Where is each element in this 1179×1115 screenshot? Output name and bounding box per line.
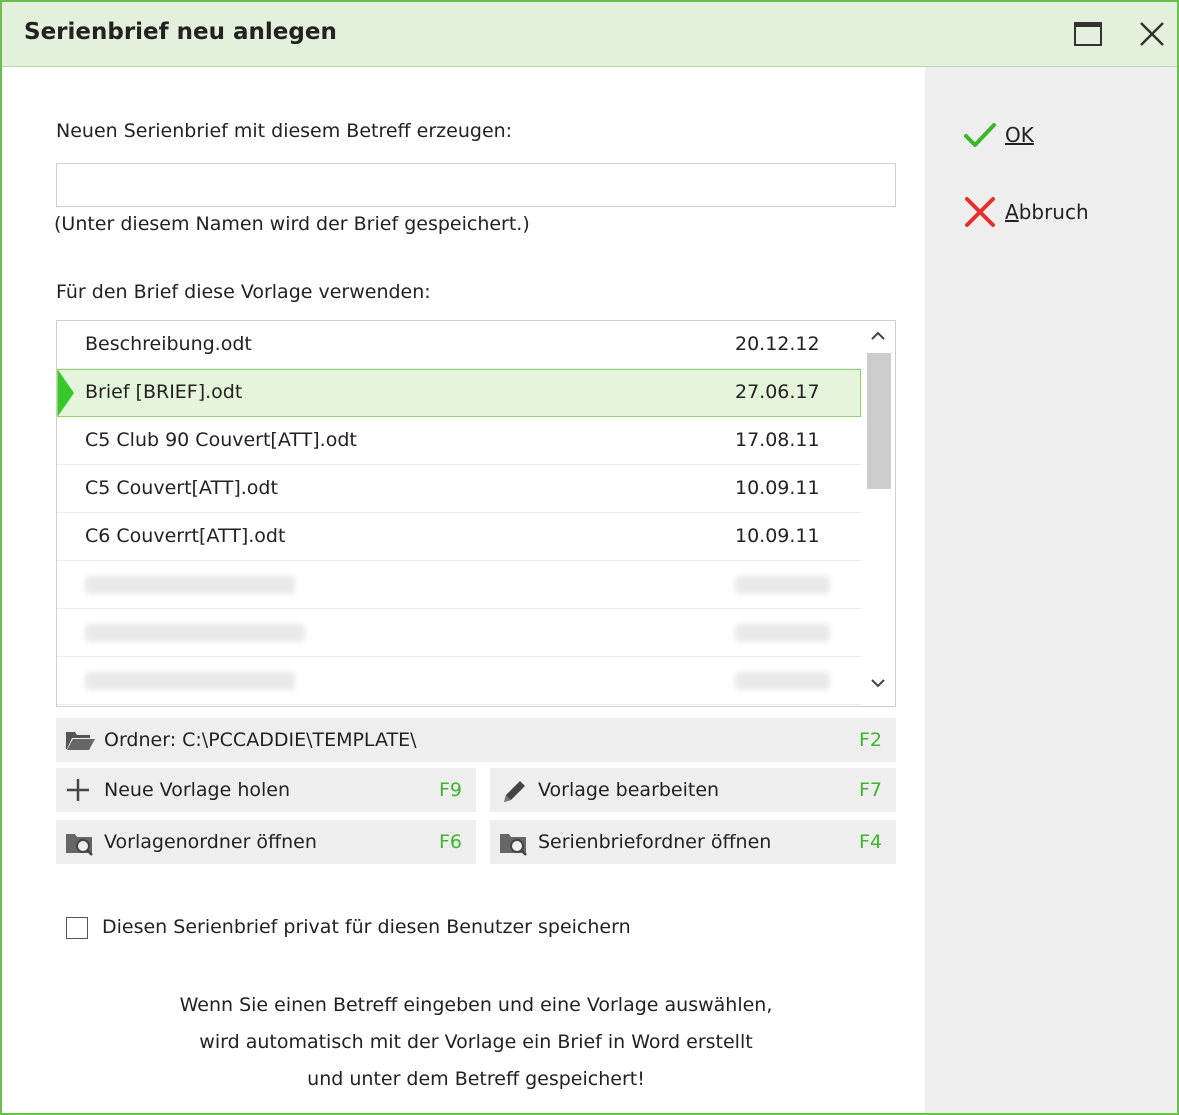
ok-button[interactable]: OK — [963, 118, 1034, 152]
chevron-up-icon[interactable] — [869, 329, 887, 343]
folder-icon — [66, 732, 95, 750]
edit-template-button[interactable]: Vorlage bearbeiten F7 — [490, 768, 896, 812]
list-item-redacted[interactable] — [57, 561, 861, 609]
folder-search-icon — [66, 834, 93, 856]
template-name: Beschreibung.odt — [85, 333, 252, 355]
open-letter-folder-button[interactable]: Serienbriefordner öffnen F4 — [490, 820, 896, 864]
redacted-date — [735, 576, 830, 594]
subject-label: Neuen Serienbrief mit diesem Betreff erz… — [56, 120, 513, 142]
subject-hint: (Unter diesem Namen wird der Brief gespe… — [54, 213, 530, 235]
cancel-icon — [965, 197, 995, 227]
open-template-folder-label: Vorlagenordner öffnen — [104, 831, 317, 853]
private-checkbox[interactable] — [66, 917, 88, 939]
plus-icon — [67, 779, 89, 801]
edit-template-hotkey: F7 — [858, 779, 882, 801]
folder-path: Ordner: C:\PCCADDIE\TEMPLATE\ — [104, 729, 417, 751]
maximize-icon — [1074, 22, 1102, 46]
template-name: C5 Club 90 Couvert[ATT].odt — [85, 429, 357, 451]
info-line-1: Wenn Sie einen Betreff eingeben und eine… — [179, 994, 773, 1016]
template-date: 27.06.17 — [735, 381, 820, 403]
subject-input[interactable] — [56, 163, 896, 207]
new-template-button[interactable]: Neue Vorlage holen F9 — [56, 768, 476, 812]
private-checkbox-label[interactable]: Diesen Serienbrief privat für diesen Ben… — [102, 916, 631, 938]
maximize-button[interactable] — [1070, 16, 1106, 52]
redacted-name — [85, 576, 295, 594]
cancel-button[interactable]: Abbruch — [963, 195, 1089, 229]
info-line-2: wird automatisch mit der Vorlage ein Bri… — [199, 1031, 753, 1053]
window-title: Serienbrief neu anlegen — [24, 19, 337, 45]
template-name: Brief [BRIEF].odt — [85, 381, 243, 403]
template-date: 10.09.11 — [735, 477, 820, 499]
close-icon — [1140, 22, 1164, 46]
folder-button[interactable]: Ordner: C:\PCCADDIE\TEMPLATE\ F2 — [56, 718, 896, 762]
open-template-folder-hotkey: F6 — [438, 831, 462, 853]
list-item-redacted[interactable] — [57, 609, 861, 657]
open-letter-folder-hotkey: F4 — [858, 831, 882, 853]
title-bar: Serienbrief neu anlegen — [2, 2, 1177, 67]
check-icon — [964, 123, 996, 147]
open-template-folder-button[interactable]: Vorlagenordner öffnen F6 — [56, 820, 476, 864]
dialog-window: Serienbrief neu anlegen Neuen Serienbrie… — [0, 0, 1179, 1115]
list-item-selected[interactable]: Brief [BRIEF].odt 27.06.17 — [57, 369, 861, 417]
template-name: C6 Couverrt[ATT].odt — [85, 525, 286, 547]
open-letter-folder-label: Serienbriefordner öffnen — [538, 831, 772, 853]
selection-marker — [58, 370, 74, 416]
list-item[interactable]: C5 Club 90 Couvert[ATT].odt 17.08.11 — [57, 417, 861, 465]
side-panel: OK Abbruch — [925, 67, 1177, 1113]
folder-hotkey: F2 — [858, 729, 882, 751]
redacted-name — [85, 624, 305, 642]
scroll-thumb[interactable] — [867, 353, 891, 489]
pencil-icon — [504, 781, 525, 802]
edit-template-label: Vorlage bearbeiten — [538, 779, 720, 801]
chevron-down-icon[interactable] — [869, 676, 887, 690]
folder-search-icon — [500, 834, 527, 856]
info-line-3: und unter dem Betreff gespeichert! — [307, 1068, 645, 1090]
list-item[interactable]: C6 Couverrt[ATT].odt 10.09.11 — [57, 513, 861, 561]
new-template-hotkey: F9 — [438, 779, 462, 801]
template-label: Für den Brief diese Vorlage verwenden: — [56, 281, 431, 303]
close-button[interactable] — [1134, 16, 1170, 52]
ok-label: OK — [1005, 123, 1034, 147]
template-list[interactable]: Beschreibung.odt 20.12.12 Brief [BRIEF].… — [56, 320, 896, 707]
list-item-redacted[interactable] — [57, 657, 861, 705]
list-scrollbar[interactable] — [861, 321, 895, 706]
template-name: C5 Couvert[ATT].odt — [85, 477, 278, 499]
redacted-date — [735, 624, 830, 642]
info-text: Wenn Sie einen Betreff eingeben und eine… — [56, 987, 896, 1098]
template-date: 20.12.12 — [735, 333, 820, 355]
cancel-label: Abbruch — [1005, 200, 1089, 224]
redacted-name — [85, 672, 295, 690]
list-item[interactable]: Beschreibung.odt 20.12.12 — [57, 321, 861, 369]
redacted-date — [735, 672, 830, 690]
template-date: 10.09.11 — [735, 525, 820, 547]
new-template-label: Neue Vorlage holen — [104, 779, 291, 801]
list-item[interactable]: C5 Couvert[ATT].odt 10.09.11 — [57, 465, 861, 513]
template-date: 17.08.11 — [735, 429, 820, 451]
